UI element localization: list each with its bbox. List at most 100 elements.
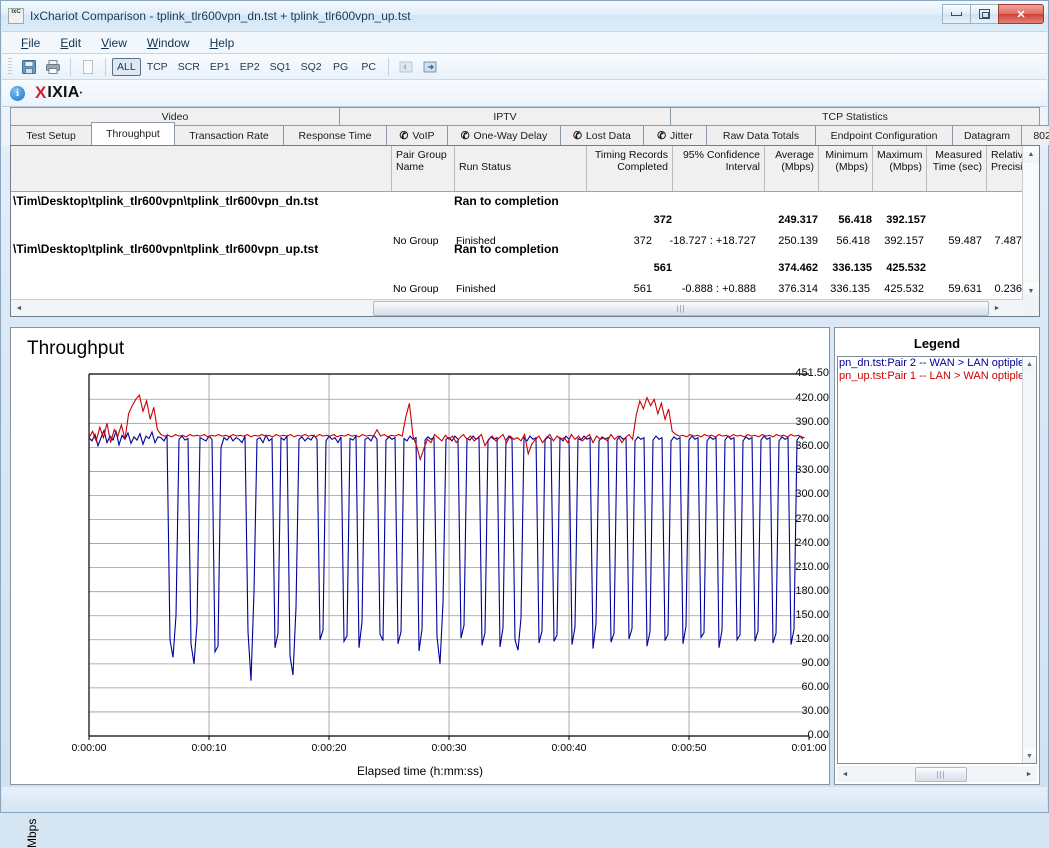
chart-plot-area[interactable]: [11, 328, 829, 784]
grid-vertical-scrollbar[interactable]: ▲ ▼: [1022, 146, 1039, 300]
col-header-measured-time[interactable]: Measured Time (sec): [926, 146, 986, 191]
col-header-test[interactable]: [11, 146, 391, 191]
grid-hscroll-thumb[interactable]: |||: [373, 300, 989, 316]
legend-item-up[interactable]: pn_up.tst:Pair 1 -- LAN > WAN optiplex: [838, 370, 1036, 383]
tab-lost-data[interactable]: ✆ Lost Data: [560, 125, 644, 145]
y-tick-label: 180.00: [795, 584, 829, 597]
col-header-minimum[interactable]: Minimum (Mbps): [818, 146, 872, 191]
row-test-path: \Tim\Desktop\tplink_tlr600vpn\tplink_tlr…: [13, 242, 319, 256]
legend-item-dn[interactable]: pn_dn.tst:Pair 2 -- WAN > LAN optiplex: [838, 357, 1036, 370]
phone-icon: ✆: [460, 130, 470, 142]
col-header-maximum[interactable]: Maximum (Mbps): [872, 146, 926, 191]
tab-group-iptv[interactable]: IPTV: [339, 107, 671, 125]
filter-button-ep1[interactable]: EP1: [206, 58, 234, 76]
filter-button-sq2[interactable]: SQ2: [297, 58, 326, 76]
menu-item-help[interactable]: Help: [201, 33, 244, 53]
menu-item-file[interactable]: FFileile: [12, 33, 49, 53]
tab-802-11[interactable]: 802.11: [1021, 125, 1049, 145]
tab-test-setup[interactable]: Test Setup: [10, 125, 92, 145]
tab-datagram[interactable]: Datagram: [952, 125, 1022, 145]
row-relative-precision: 7.487: [994, 235, 1022, 247]
row-confidence-interval: -18.727 : +18.727: [669, 235, 756, 247]
ixia-wordmark: IXIA: [47, 84, 80, 101]
tab-raw-data-totals[interactable]: Raw Data Totals: [706, 125, 816, 145]
tab-one-way-delay[interactable]: ✆ One-Way Delay: [447, 125, 561, 145]
col-header-pair-group-name[interactable]: Pair Group Name: [391, 146, 454, 191]
tab-one-way-delay-label: One-Way Delay: [473, 129, 548, 142]
tab-jitter[interactable]: ✆ Jitter: [643, 125, 707, 145]
ixia-x-mark: X: [35, 83, 47, 102]
row-maximum: 392.157: [884, 235, 924, 247]
menu-item-window[interactable]: Window: [138, 33, 199, 53]
row-pair-group-name: No Group: [393, 235, 439, 247]
y-tick-label: 150.00: [795, 608, 829, 621]
tab-endpoint-configuration[interactable]: Endpoint Configuration: [815, 125, 953, 145]
filter-button-sq1[interactable]: SQ1: [266, 58, 295, 76]
tab-voip[interactable]: ✆ VoIP: [386, 125, 448, 145]
tab-throughput[interactable]: Throughput: [91, 122, 175, 145]
legend-scroll-up-icon[interactable]: ▲: [1023, 357, 1036, 371]
legend-list[interactable]: pn_dn.tst:Pair 2 -- WAN > LAN optiplex p…: [837, 356, 1037, 764]
row-maximum: 425.532: [886, 262, 926, 274]
scroll-right-arrow-icon[interactable]: ►: [989, 300, 1005, 316]
row-average: 249.317: [778, 214, 818, 226]
row-timing-records: 372: [633, 235, 652, 247]
legend-horizontal-scrollbar[interactable]: ◄ ||| ►: [837, 766, 1037, 782]
menu-item-edit[interactable]: Edit: [51, 33, 90, 53]
ixia-logo: X IXIA •: [35, 84, 82, 102]
col-header-average[interactable]: Average (Mbps): [764, 146, 818, 191]
legend-scroll-right-icon[interactable]: ►: [1021, 766, 1037, 782]
legend-hscroll-thumb[interactable]: |||: [915, 766, 967, 782]
filter-button-tcp[interactable]: TCP: [143, 58, 172, 76]
row-minimum: 56.418: [836, 235, 870, 247]
scroll-up-arrow-icon[interactable]: ▲: [1023, 146, 1039, 163]
tab-transaction-rate[interactable]: Transaction Rate: [174, 125, 284, 145]
filter-button-pg[interactable]: PG: [328, 58, 354, 76]
row-pair-group-name: No Group: [393, 283, 439, 295]
toolbar-grip[interactable]: [8, 57, 12, 76]
brand-bar: i X IXIA •: [2, 80, 1047, 107]
col-header-confidence-interval[interactable]: 95% Confidence Interval: [672, 146, 764, 191]
tab-lost-data-label: Lost Data: [585, 129, 631, 142]
scroll-down-arrow-icon[interactable]: ▼: [1023, 283, 1039, 300]
copy-icon[interactable]: [77, 57, 99, 77]
col-header-timing-records[interactable]: Timing Records Completed: [586, 146, 672, 191]
print-icon[interactable]: [42, 57, 64, 77]
status-bar: [2, 787, 1047, 811]
x-tick-label: 0:00:10: [191, 742, 227, 754]
grid-vscroll-track[interactable]: [1023, 163, 1039, 283]
y-tick-label: 360.00: [795, 440, 829, 453]
col-header-run-status[interactable]: Run Status: [454, 146, 586, 191]
close-button[interactable]: ✕: [998, 4, 1044, 24]
legend-scroll-down-icon[interactable]: ▼: [1023, 749, 1036, 763]
filter-button-ep2[interactable]: EP2: [236, 58, 264, 76]
col-header-relative-precision[interactable]: Relative Precision: [986, 146, 1034, 191]
legend-scroll-left-icon[interactable]: ◄: [837, 766, 853, 782]
minimize-button[interactable]: [942, 4, 971, 24]
title-bar: IxC IxChariot Comparison - tplink_tlr600…: [1, 1, 1048, 31]
info-icon[interactable]: i: [10, 85, 25, 101]
y-tick-label: 210.00: [795, 560, 829, 573]
toolbar-separator-1: [70, 57, 71, 76]
scroll-left-arrow-icon[interactable]: ◄: [11, 300, 27, 316]
tab-group-tcp-statistics[interactable]: TCP Statistics: [670, 107, 1040, 125]
chart-title: Throughput: [27, 338, 125, 359]
tab-group-video[interactable]: Video: [10, 107, 340, 125]
filter-button-scr[interactable]: SCR: [174, 58, 204, 76]
restore-button[interactable]: [970, 4, 999, 24]
refresh-icon[interactable]: [395, 57, 417, 77]
filter-button-pc[interactable]: PC: [356, 58, 382, 76]
legend-vertical-scrollbar[interactable]: ▲ ▼: [1022, 357, 1036, 763]
row-average: 250.139: [778, 235, 818, 247]
tab-response-time[interactable]: Response Time: [283, 125, 387, 145]
legend-panel: Legend pn_dn.tst:Pair 2 -- WAN > LAN opt…: [834, 327, 1040, 785]
save-icon[interactable]: [18, 57, 40, 77]
tab-voip-label: VoIP: [412, 129, 435, 142]
filter-button-all[interactable]: ALL: [112, 57, 141, 76]
grid-body: \Tim\Desktop\tplink_tlr600vpn\tplink_tlr…: [11, 192, 1023, 298]
row-run-status: Ran to completion: [454, 242, 559, 256]
y-tick-label: 120.00: [795, 632, 829, 645]
grid-horizontal-scrollbar[interactable]: ◄ ||| ►: [11, 299, 1023, 316]
menu-item-view[interactable]: View: [92, 33, 136, 53]
export-icon[interactable]: [419, 57, 441, 77]
